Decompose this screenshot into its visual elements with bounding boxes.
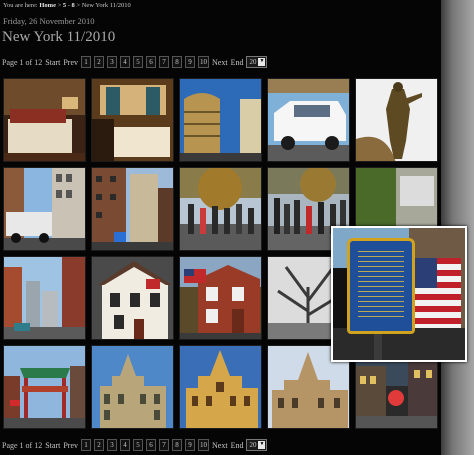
next-link[interactable]: Next — [212, 441, 228, 450]
breadcrumb-current: New York 11/2010 — [81, 2, 131, 9]
thumbnail-chinatown-gate[interactable] — [3, 345, 86, 429]
thumbnail-white-van[interactable] — [267, 78, 350, 162]
end-link[interactable]: End — [231, 441, 244, 450]
per-page-select[interactable]: 20 ▼ — [246, 56, 268, 68]
page-info: Page 1 of 12 — [2, 57, 43, 67]
zoom-historical-plaque — [347, 238, 415, 334]
thumbnail-truck-street[interactable] — [3, 167, 86, 251]
per-page-select[interactable]: 20 ▼ — [246, 439, 268, 451]
zoom-flag-canton — [415, 258, 437, 288]
thumbnail-brick-street-buildings[interactable] — [91, 167, 174, 251]
page-number-link[interactable]: 5 — [133, 439, 143, 451]
breadcrumb-level-1-link[interactable]: 5 — [63, 2, 66, 9]
breadcrumb-separator: > — [57, 2, 62, 9]
start-link[interactable]: Start — [45, 58, 60, 67]
page-number-link[interactable]: 10 — [198, 56, 209, 68]
thumbnail-hotel-room-bed[interactable] — [3, 78, 86, 162]
page-date: Friday, 26 November 2010 — [3, 16, 95, 26]
end-link[interactable]: End — [231, 58, 244, 67]
thumbnail-city-hall-a[interactable] — [91, 345, 174, 429]
page-number-link[interactable]: 4 — [120, 439, 130, 451]
breadcrumb-separator: - — [67, 2, 70, 9]
breadcrumb-separator: > — [76, 2, 81, 9]
page-number-link[interactable]: 9 — [185, 439, 195, 451]
breadcrumb-home-link[interactable]: Home — [39, 2, 56, 9]
page-number-link[interactable]: 3 — [107, 439, 117, 451]
page-number-link[interactable]: 7 — [159, 56, 169, 68]
pagination-bottom: Page 1 of 12 Start Prev 1 2 3 4 5 6 7 8 … — [2, 439, 268, 451]
thumbnail-city-hall-b[interactable] — [179, 345, 262, 429]
page-number-link[interactable]: 10 — [198, 439, 209, 451]
zoomed-photo-preview[interactable] — [331, 226, 467, 362]
chevron-down-icon: ▼ — [258, 441, 266, 449]
thumbnail-statue[interactable] — [355, 78, 438, 162]
page-number-link[interactable]: 4 — [120, 56, 130, 68]
page-number-link[interactable]: 3 — [107, 56, 117, 68]
start-link[interactable]: Start — [45, 441, 60, 450]
page-number-link[interactable]: 7 — [159, 439, 169, 451]
page-number-link[interactable]: 2 — [94, 439, 104, 451]
page-number-link[interactable]: 5 — [133, 56, 143, 68]
zoom-plaque-lines — [358, 251, 404, 321]
breadcrumb-prefix: You are here: — [3, 2, 38, 9]
page-number-link[interactable]: 6 — [146, 56, 156, 68]
thumbnail-hotel-room-window[interactable] — [91, 78, 174, 162]
thumbnail-brick-house-flag[interactable] — [179, 256, 262, 340]
per-page-value: 20 — [249, 441, 257, 449]
pagination-top: Page 1 of 12 Start Prev 1 2 3 4 5 6 7 8 … — [2, 56, 268, 68]
page-number-link[interactable]: 2 — [94, 56, 104, 68]
per-page-value: 20 — [249, 58, 257, 66]
page-number-link[interactable]: 8 — [172, 439, 182, 451]
page-number-link[interactable]: 6 — [146, 439, 156, 451]
page-number-link[interactable]: 9 — [185, 56, 195, 68]
breadcrumb-level-2-link[interactable]: 8 — [72, 2, 75, 9]
prev-link[interactable]: Prev — [63, 58, 78, 67]
page-info: Page 1 of 12 — [2, 440, 43, 450]
chevron-down-icon: ▼ — [258, 58, 266, 66]
page-number-link[interactable]: 1 — [81, 56, 91, 68]
page-number-link[interactable]: 8 — [172, 56, 182, 68]
thumbnail-curved-tower-building[interactable] — [179, 78, 262, 162]
prev-link[interactable]: Prev — [63, 441, 78, 450]
page-title: New York 11/2010 — [2, 29, 116, 45]
thumbnail-crowd-under-tree[interactable] — [179, 167, 262, 251]
thumbnail-street-skyscrapers[interactable] — [3, 256, 86, 340]
breadcrumb: You are here: Home > 5 - 8 > New York 11… — [3, 2, 131, 9]
thumbnail-historic-house-flag[interactable] — [91, 256, 174, 340]
next-link[interactable]: Next — [212, 58, 228, 67]
page-number-link[interactable]: 1 — [81, 439, 91, 451]
